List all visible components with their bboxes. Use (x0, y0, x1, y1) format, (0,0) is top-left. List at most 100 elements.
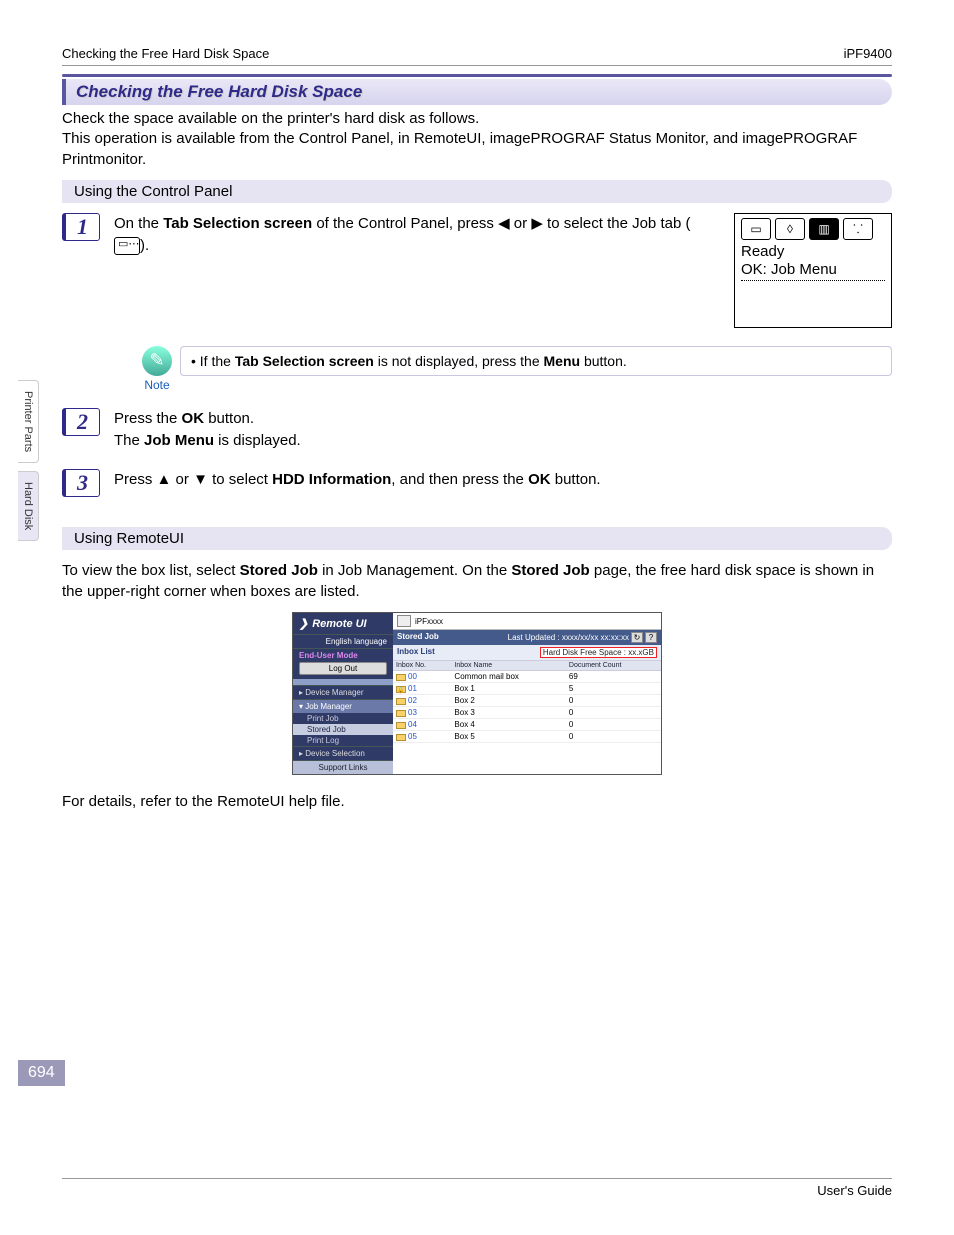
text-bold: OK (182, 410, 205, 427)
step-1-number: 1 (62, 213, 100, 241)
cell: Box 3 (451, 707, 565, 719)
side-tab-printer-parts[interactable]: Printer Parts (18, 380, 39, 463)
text-bold: Menu (544, 353, 581, 369)
footer-text: User's Guide (817, 1183, 892, 1198)
box-icon (396, 722, 406, 729)
label: Device Manager (305, 688, 363, 697)
text: or (510, 215, 532, 232)
text: Press the (114, 410, 182, 427)
text: button. (204, 410, 254, 427)
note-block: ✎ Note If the Tab Selection screen is no… (134, 346, 892, 392)
page-number: 694 (18, 1060, 65, 1086)
inbox-list-label: Inbox List (397, 647, 435, 658)
cell: 0 (566, 695, 661, 707)
lcd-ink-icon: ◊ (775, 218, 805, 240)
nav-device-selection[interactable]: ▸ Device Selection (293, 746, 393, 760)
content: Checking the Free Hard Disk Space Check … (62, 74, 892, 822)
text: button. (551, 471, 601, 488)
lcd-divider (741, 280, 885, 281)
text-bold: HDD Information (272, 471, 391, 488)
text: of the Control Panel, press (312, 215, 498, 232)
nav-print-log[interactable]: Print Log (293, 735, 393, 746)
text: If the (200, 353, 235, 369)
step-2: 2 Press the OK button. The Job Menu is d… (62, 408, 892, 452)
col-inbox-name: Inbox Name (451, 661, 565, 671)
logout-button[interactable]: Log Out (299, 662, 387, 675)
header-topic: Checking the Free Hard Disk Space (62, 46, 269, 61)
cell: 04 (408, 720, 417, 729)
left-arrow-icon: ◀ (498, 215, 510, 232)
step-3: 3 Press ▲ or ▼ to select HDD Information… (62, 469, 892, 497)
remoteui-sidebar: ❯ Remote UI English language End-User Mo… (293, 613, 393, 774)
last-updated: Last Updated : xxxx/xx/xx xx:xx:xx (508, 633, 629, 642)
step-2-body: Press the OK button. The Job Menu is dis… (114, 408, 892, 452)
remoteui-screenshot: ❯ Remote UI English language End-User Mo… (292, 612, 662, 775)
text-bold: Stored Job (511, 562, 589, 579)
table-row[interactable]: 01Box 15 (393, 683, 661, 695)
remoteui-language[interactable]: English language (293, 635, 393, 649)
remoteui-paragraph: To view the box list, select Stored Job … (62, 560, 892, 602)
box-icon (396, 734, 406, 741)
text: Press (114, 471, 157, 488)
right-arrow-icon: ▶ (531, 215, 543, 232)
text: button. (580, 353, 627, 369)
printer-icon (397, 615, 411, 627)
cell: Common mail box (451, 671, 565, 683)
step-1-body: On the Tab Selection screen of the Contr… (114, 213, 716, 257)
col-inbox-no: Inbox No. (393, 661, 451, 671)
nav-job-manager[interactable]: ▾ Job Manager (293, 699, 393, 713)
cell: 0 (566, 707, 661, 719)
page-header: Checking the Free Hard Disk Space iPF940… (62, 46, 892, 66)
down-arrow-icon: ▼ (193, 471, 208, 488)
nav-support-links[interactable]: Support Links (293, 760, 393, 774)
remoteui-titlebar: iPFxxxx (393, 613, 661, 630)
box-icon (396, 674, 406, 681)
accent-bar (62, 74, 892, 77)
table-row[interactable]: 03Box 30 (393, 707, 661, 719)
up-arrow-icon: ▲ (157, 471, 172, 488)
box-icon (396, 698, 406, 705)
text-bold: Job Menu (144, 432, 214, 449)
cell: Box 5 (451, 731, 565, 743)
remoteui-mode: End-User Mode (293, 649, 393, 662)
text: On the (114, 215, 163, 232)
remoteui-footer-para: For details, refer to the RemoteUI help … (62, 791, 892, 812)
col-doc-count: Document Count (566, 661, 661, 671)
side-tab-hard-disk[interactable]: Hard Disk (18, 471, 39, 541)
label: Device Selection (305, 749, 365, 758)
remoteui-logo: ❯ Remote UI (293, 613, 393, 635)
note-body: If the Tab Selection screen is not displ… (180, 346, 892, 376)
inbox-table: Inbox No. Inbox Name Document Count 00Co… (393, 661, 661, 743)
cell: Box 1 (451, 683, 565, 695)
lcd-paper-icon: ▭ (741, 218, 771, 240)
section-title-bar: Checking the Free Hard Disk Space (62, 79, 892, 105)
cell: 0 (566, 731, 661, 743)
nav-print-job[interactable]: Print Job (293, 713, 393, 724)
cell: Box 4 (451, 719, 565, 731)
lcd-settings-icon: ⸪ (843, 218, 873, 240)
table-row[interactable]: 00Common mail box69 (393, 671, 661, 683)
subsection-remoteui: Using RemoteUI (62, 527, 892, 550)
box-icon (396, 710, 406, 717)
job-tab-icon (114, 237, 140, 255)
inbox-list-bar: Inbox List Hard Disk Free Space : xx.xGB (393, 645, 661, 661)
nav-device-manager[interactable]: ▸ Device Manager (293, 685, 393, 699)
table-row[interactable]: 05Box 50 (393, 731, 661, 743)
page-footer: User's Guide (62, 1178, 892, 1198)
model-label: iPFxxxx (415, 617, 443, 626)
section-title: Checking the Free Hard Disk Space (76, 82, 362, 101)
nav-stored-job[interactable]: Stored Job (293, 724, 393, 735)
refresh-button[interactable]: ↻ (631, 632, 643, 643)
text: to select the Job tab ( (543, 215, 691, 232)
table-row[interactable]: 02Box 20 (393, 695, 661, 707)
cell: Box 2 (451, 695, 565, 707)
table-row[interactable]: 04 Box 40 (393, 719, 661, 731)
text: , and then press the (391, 471, 528, 488)
note-label: Note (134, 378, 180, 392)
cell: 0 (566, 719, 661, 731)
text: or (171, 471, 193, 488)
help-button[interactable]: ? (645, 632, 657, 643)
lcd-job-icon: ▥ (809, 218, 839, 240)
step-1: 1 On the Tab Selection screen of the Con… (62, 213, 892, 328)
note-icon: ✎ Note (134, 346, 180, 392)
